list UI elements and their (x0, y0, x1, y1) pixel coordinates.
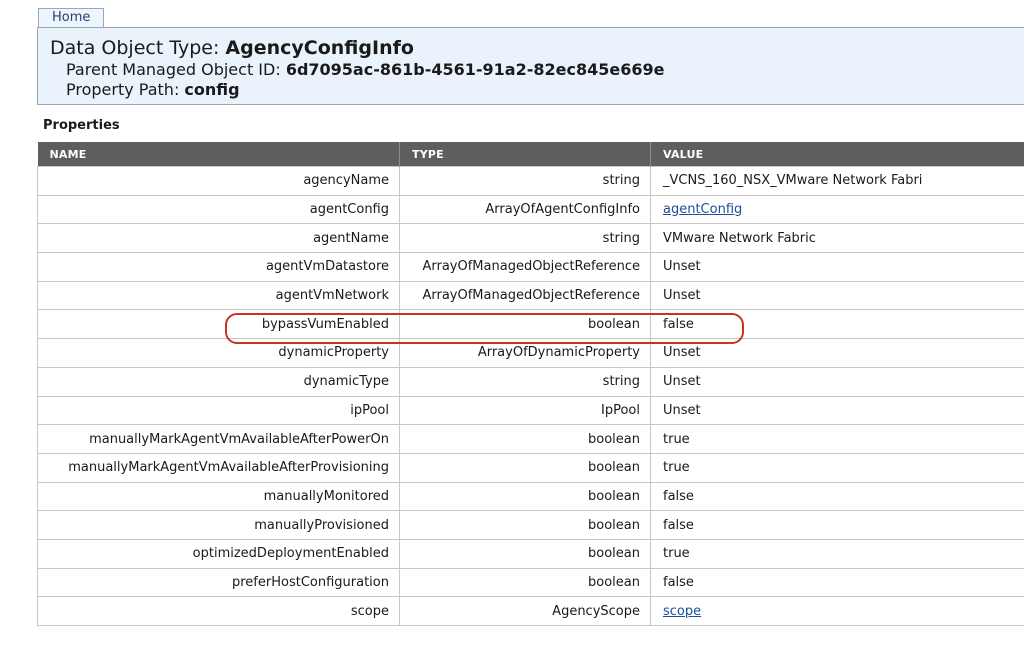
table-row: agentVmDatastore ArrayOfManagedObjectRefe… (37, 252, 1024, 282)
table-row: agentVmNetwork ArrayOfManagedObjectRefere… (37, 280, 1024, 311)
table-row: bypassVumEnabled boolean false (37, 309, 1024, 340)
property-type-cell: boolean (399, 510, 651, 540)
property-name-cell: agencyName (37, 166, 400, 196)
property-value-cell: false (650, 567, 1024, 598)
property-name-cell: optimizedDeploymentEnabled (37, 538, 400, 569)
table-row: optimizedDeploymentEnabled boolean true (37, 538, 1024, 569)
table-row: agentName string VMware Network Fabric (37, 223, 1024, 254)
property-type-cell: ArrayOfManagedObjectReference (399, 280, 651, 311)
property-value-cell: scope (650, 596, 1024, 626)
table-row: agentConfig ArrayOfAgentConfigInfo agentCo… (37, 194, 1024, 225)
property-name-cell: scope (37, 596, 400, 626)
property-type-cell: boolean (399, 452, 651, 483)
parent-object-line: Parent Managed Object ID: 6d7095ac-861b-… (66, 60, 664, 80)
property-value-cell: false (650, 510, 1024, 540)
table-row: dynamicType string Unset (37, 366, 1024, 397)
property-name-cell: manuallyMarkAgentVmAvailableAfterProvisi… (37, 452, 400, 483)
property-name-cell: ipPool (37, 395, 400, 426)
property-value-cell: Unset (650, 280, 1024, 311)
table-row: manuallyMonitored boolean false (37, 481, 1024, 512)
property-type-cell: boolean (399, 567, 651, 598)
table-row: preferHostConfiguration boolean false (37, 567, 1024, 598)
property-path-line: Property Path: config (66, 80, 240, 100)
property-value-link[interactable]: agentConfig (663, 202, 742, 217)
property-value-cell: false (650, 309, 1024, 340)
column-header-type: TYPE (399, 142, 651, 167)
table-row: ipPool IpPool Unset (37, 395, 1024, 426)
table-row: manuallyMarkAgentVmAvailableAfterProvisi… (37, 452, 1024, 483)
property-name-cell: agentVmNetwork (37, 280, 400, 311)
property-value-cell: false (650, 481, 1024, 512)
property-name-cell: dynamicType (37, 366, 400, 397)
property-value-cell: agentConfig (650, 194, 1024, 225)
property-value-cell: Unset (650, 395, 1024, 426)
page-title: Data Object Type: AgencyConfigInfo (50, 36, 414, 60)
home-tab[interactable]: Home (38, 8, 104, 27)
type-value: AgencyConfigInfo (225, 37, 414, 59)
property-value-cell: Unset (650, 252, 1024, 282)
property-value-cell: VMware Network Fabric (650, 223, 1024, 254)
property-name-cell: agentVmDatastore (37, 252, 400, 282)
property-name-cell: manuallyMarkAgentVmAvailableAfterPowerOn (37, 424, 400, 454)
property-type-cell: AgencyScope (399, 596, 651, 626)
column-header-name: NAME (37, 142, 400, 167)
table-row: scope AgencyScope scope (37, 596, 1024, 626)
property-type-cell: ArrayOfDynamicProperty (399, 338, 651, 368)
table-row: dynamicProperty ArrayOfDynamicProperty Uns… (37, 338, 1024, 368)
path-label: Property Path: (66, 80, 185, 99)
property-value-cell: true (650, 424, 1024, 454)
property-type-cell: string (399, 166, 651, 196)
property-value-cell: _VCNS_160_NSX_VMware Network Fabri (650, 166, 1024, 196)
table-row: manuallyProvisioned boolean false (37, 510, 1024, 540)
property-value-cell: Unset (650, 366, 1024, 397)
path-value: config (184, 80, 240, 99)
type-label: Data Object Type: (50, 37, 226, 59)
property-type-cell: ArrayOfManagedObjectReference (399, 252, 651, 282)
property-value-cell: true (650, 538, 1024, 569)
property-name-cell: manuallyMonitored (37, 481, 400, 512)
property-type-cell: boolean (399, 424, 651, 454)
property-name-cell: preferHostConfiguration (37, 567, 400, 598)
property-value-link[interactable]: scope (663, 604, 701, 619)
property-type-cell: string (399, 223, 651, 254)
parent-label: Parent Managed Object ID: (66, 60, 286, 79)
header-panel: Data Object Type: AgencyConfigInfo Paren… (37, 27, 1024, 105)
property-name-cell: dynamicProperty (37, 338, 400, 368)
property-type-cell: boolean (399, 538, 651, 569)
property-value-cell: true (650, 452, 1024, 483)
property-name-cell: bypassVumEnabled (37, 309, 400, 340)
table-row: manuallyMarkAgentVmAvailableAfterPowerOn… (37, 424, 1024, 454)
properties-table: NAME TYPE VALUE agencyName string _VCNS_16… (37, 142, 1024, 626)
column-header-value: VALUE (650, 142, 1024, 167)
property-value-cell: Unset (650, 338, 1024, 368)
property-type-cell: ArrayOfAgentConfigInfo (399, 194, 651, 225)
property-name-cell: agentConfig (37, 194, 400, 225)
property-type-cell: boolean (399, 309, 651, 340)
properties-heading: Properties (43, 118, 120, 133)
property-name-cell: manuallyProvisioned (37, 510, 400, 540)
table-row: agencyName string _VCNS_160_NSX_VMware Net… (37, 166, 1024, 196)
property-type-cell: boolean (399, 481, 651, 512)
table-header-row: NAME TYPE VALUE (37, 142, 1024, 167)
property-name-cell: agentName (37, 223, 400, 254)
property-type-cell: string (399, 366, 651, 397)
property-type-cell: IpPool (399, 395, 651, 426)
parent-value: 6d7095ac-861b-4561-91a2-82ec845e669e (285, 60, 665, 79)
